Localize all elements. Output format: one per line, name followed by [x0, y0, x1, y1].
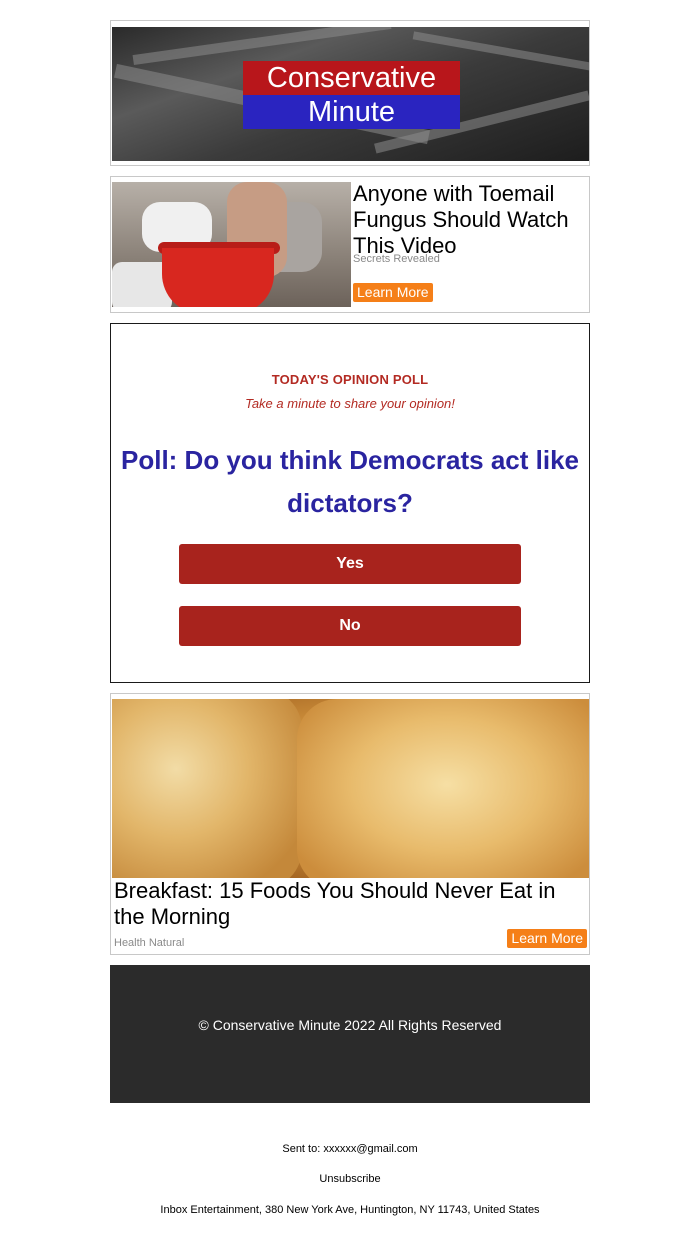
copyright-text: © Conservative Minute 2022 All Rights Re… — [198, 1017, 502, 1033]
sent-to-text: Sent to: xxxxxx@gmail.com — [282, 1143, 418, 1155]
newspaper-background-image: Conservative Minute — [112, 27, 589, 161]
footer: © Conservative Minute 2022 All Rights Re… — [110, 965, 590, 1103]
poll-subtitle: Take a minute to share your opinion! — [245, 396, 455, 411]
learn-more-button[interactable]: Learn More — [353, 283, 433, 302]
opinion-poll: TODAY'S OPINION POLL Take a minute to sh… — [110, 323, 590, 683]
ad-card-breakfast[interactable]: Breakfast: 15 Foods You Should Never Eat… — [110, 693, 590, 955]
poll-yes-button[interactable]: Yes — [179, 544, 521, 584]
ad-source: Secrets Revealed — [353, 253, 440, 265]
poll-kicker: TODAY'S OPINION POLL — [271, 372, 429, 387]
ad-image-toast[interactable] — [112, 699, 589, 878]
ad-card-toenail[interactable]: Anyone with Toemail Fungus Should Watch … — [110, 176, 590, 313]
ad-headline[interactable]: Anyone with Toemail Fungus Should Watch … — [353, 181, 589, 259]
poll-question: Poll: Do you think Democrats act like di… — [121, 445, 579, 518]
logo-line2: Minute — [243, 95, 460, 129]
sender-address: Inbox Entertainment, 380 New York Ave, H… — [160, 1204, 540, 1216]
logo-line1: Conservative — [243, 61, 460, 95]
poll-no-button[interactable]: No — [179, 606, 521, 646]
ad-headline[interactable]: Breakfast: 15 Foods You Should Never Eat… — [114, 878, 586, 930]
unsubscribe-link[interactable]: Unsubscribe — [0, 1173, 700, 1185]
ad-source: Health Natural — [114, 937, 185, 949]
header-banner[interactable]: Conservative Minute — [110, 20, 590, 166]
learn-more-button[interactable]: Learn More — [507, 929, 587, 948]
ad-image-foot-bucket[interactable] — [112, 182, 351, 307]
